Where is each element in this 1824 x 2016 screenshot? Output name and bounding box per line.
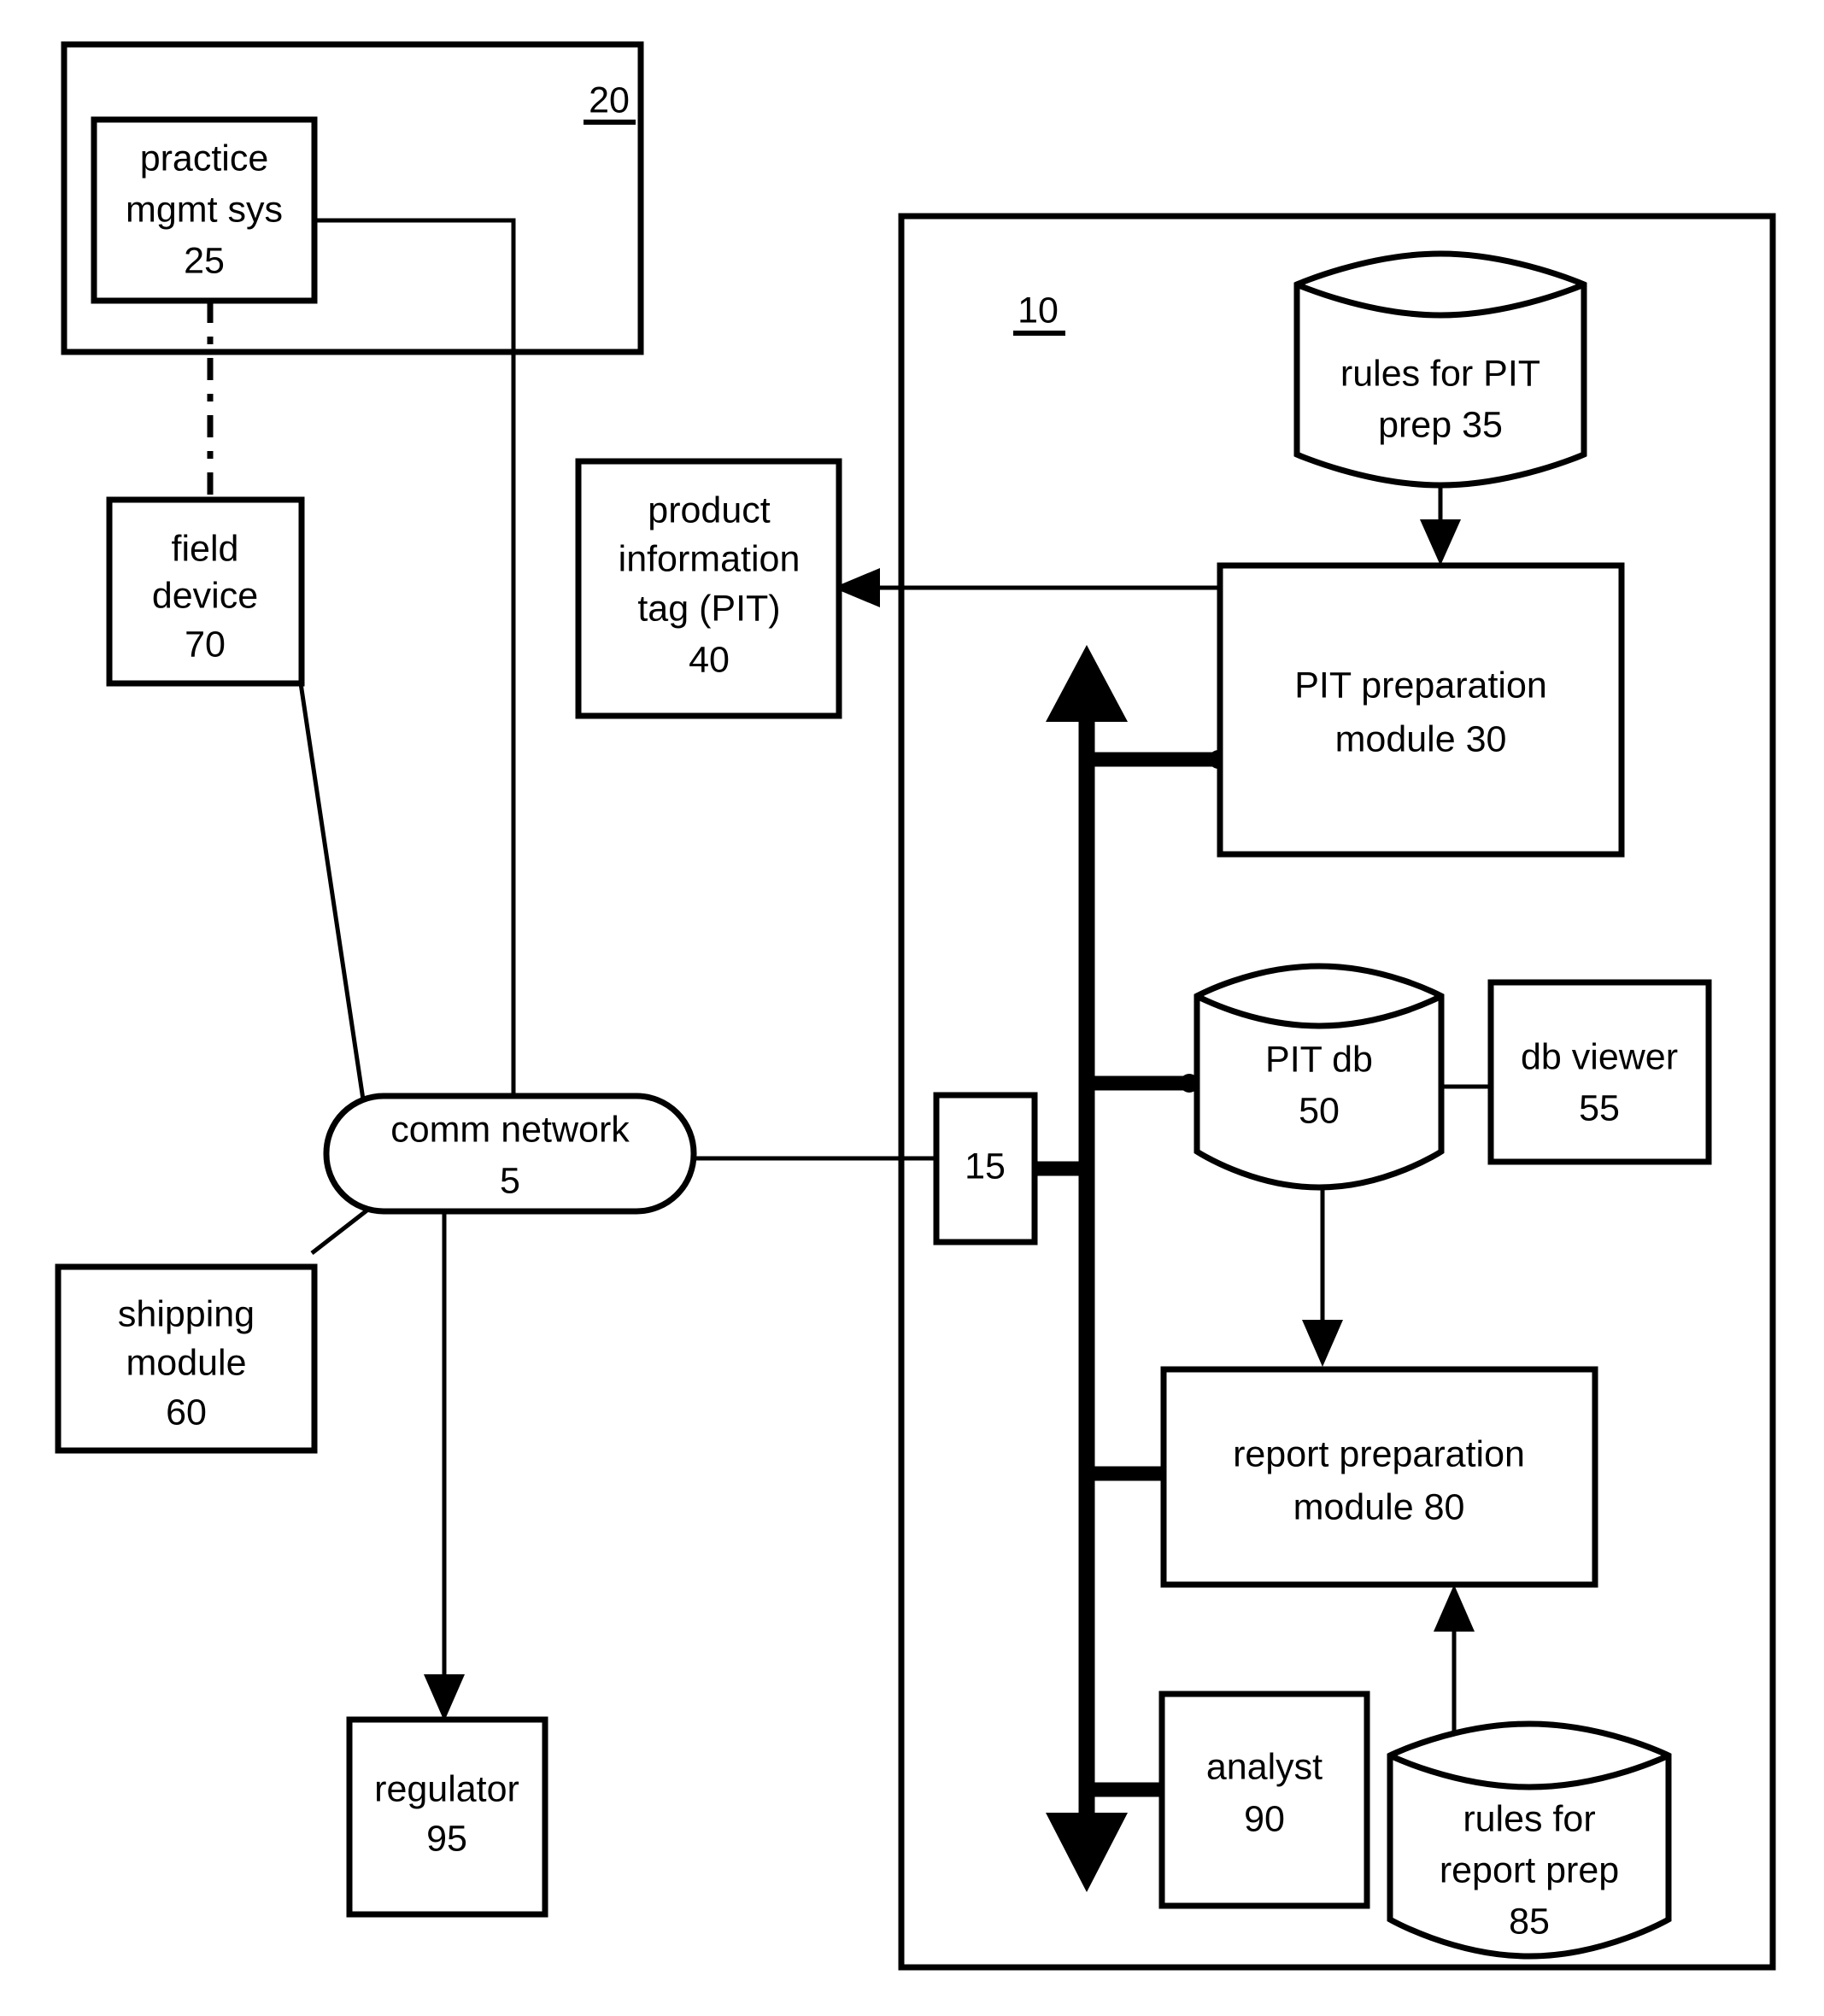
- node-rules-pit-line-2: prep 35: [1378, 404, 1503, 445]
- node-report-prep-line-2: module 80: [1293, 1486, 1465, 1527]
- node-pit-line-3: tag (PIT): [637, 588, 780, 629]
- node-comm-network-line-1: comm network: [390, 1109, 630, 1150]
- node-shipping-module-line-3: 60: [166, 1392, 207, 1433]
- node-shipping-module-line-2: module: [126, 1342, 246, 1383]
- node-shipping-module-line-1: shipping: [118, 1293, 255, 1334]
- node-regulator[interactable]: regulator 95: [346, 1716, 548, 1918]
- node-pit-prep-line-2: module 30: [1335, 718, 1507, 759]
- node-analyst-line-2: 90: [1244, 1798, 1285, 1839]
- node-shipping-module[interactable]: shipping module 60: [55, 1263, 318, 1454]
- node-analyst-line-1: analyst: [1206, 1746, 1323, 1787]
- node-rules-report-line-2: report prep: [1440, 1849, 1619, 1890]
- container-10-ref: 10: [1018, 290, 1059, 331]
- node-rules-for-pit-prep[interactable]: rules for PIT prep 35: [1293, 250, 1587, 489]
- node-rules-report-line-3: 85: [1509, 1901, 1550, 1942]
- connection-field-device-to-comm: [298, 683, 366, 1100]
- patent-figure: 20 10 practice mgmt sys 25 field device …: [0, 0, 1824, 2016]
- node-regulator-line-1: regulator: [374, 1768, 519, 1809]
- node-db-viewer-line-2: 55: [1579, 1087, 1620, 1128]
- bus-stub-pit-db: [1087, 1074, 1199, 1093]
- node-db-viewer[interactable]: db viewer 55: [1487, 979, 1712, 1165]
- connection-shipping-to-comm: [310, 1207, 371, 1255]
- node-product-information-tag[interactable]: product information tag (PIT) 40: [575, 458, 842, 719]
- node-pit-preparation-module[interactable]: PIT preparation module 30: [1217, 562, 1625, 858]
- node-interface-15[interactable]: 15: [933, 1092, 1038, 1245]
- node-pit-line-1: product: [648, 489, 770, 530]
- node-practice-mgmt-sys-line-1: practice: [140, 138, 269, 179]
- node-regulator-line-2: 95: [426, 1818, 467, 1859]
- node-rules-report-line-1: rules for: [1463, 1798, 1595, 1839]
- node-practice-mgmt-sys[interactable]: practice mgmt sys 25: [91, 116, 318, 304]
- node-practice-mgmt-sys-line-2: mgmt sys: [126, 189, 283, 230]
- node-analyst[interactable]: analyst 90: [1158, 1691, 1370, 1909]
- node-pit-db-line-2: 50: [1299, 1090, 1340, 1131]
- arrowhead-regulator: [424, 1674, 465, 1721]
- diagram-canvas: 20 10 practice mgmt sys 25 field device …: [55, 41, 1776, 1971]
- node-field-device-line-3: 70: [185, 624, 226, 665]
- node-report-preparation-module[interactable]: report preparation module 80: [1160, 1366, 1598, 1588]
- node-field-device-line-2: device: [152, 575, 258, 616]
- node-pit-line-2: information: [619, 538, 801, 579]
- node-field-device-line-1: field: [172, 528, 239, 569]
- container-20-ref: 20: [589, 79, 630, 120]
- node-db-viewer-line-1: db viewer: [1521, 1036, 1678, 1077]
- node-interface-15-label: 15: [965, 1146, 1006, 1187]
- node-practice-mgmt-sys-line-3: 25: [184, 240, 225, 281]
- node-rules-pit-line-1: rules for PIT: [1340, 353, 1540, 394]
- node-field-device[interactable]: field device 70: [106, 496, 305, 687]
- node-comm-network-line-2: 5: [500, 1160, 520, 1201]
- node-pit-prep-line-1: PIT preparation: [1294, 665, 1547, 706]
- node-rules-for-report-prep[interactable]: rules for report prep 85: [1387, 1720, 1672, 1960]
- node-pit-line-4: 40: [689, 639, 730, 680]
- bus-stub-pit-prep: [1087, 750, 1228, 769]
- connection-comm-to-regulator: [424, 1211, 465, 1721]
- node-pit-db[interactable]: PIT db 50: [1194, 963, 1445, 1191]
- node-comm-network[interactable]: comm network 5: [323, 1093, 697, 1215]
- node-report-prep-line-1: report preparation: [1233, 1433, 1525, 1474]
- node-pit-db-line-1: PIT db: [1265, 1039, 1373, 1080]
